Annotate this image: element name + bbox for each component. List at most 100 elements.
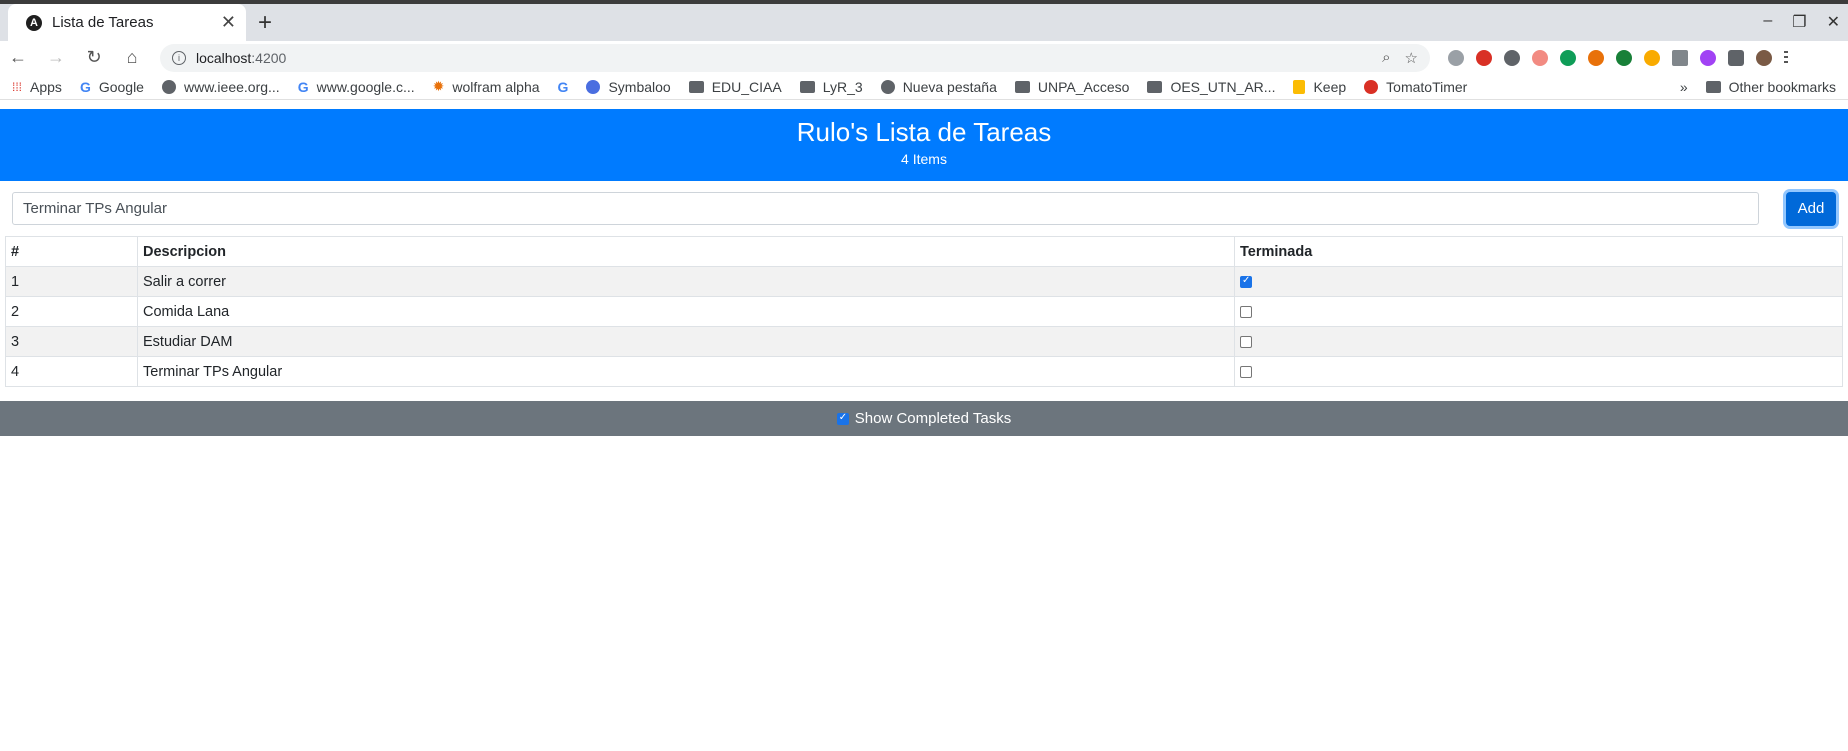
table-row: 4 Terminar TPs Angular [5,356,1843,387]
bookmark-item[interactable]: Gwww.google.c... [298,79,415,95]
bookmark-item[interactable]: Symbaloo [586,78,671,95]
bookmark-item[interactable]: TomatoTimer [1364,79,1467,95]
new-task-row: Add [0,181,1848,229]
task-done-cell [1234,356,1843,387]
google-icon: G [297,78,309,95]
grid-extension-icon[interactable] [1672,49,1688,66]
bookmark-label: Nueva pestaña [902,78,997,95]
bookmark-item[interactable]: ✹ wolfram alpha [433,78,540,95]
task-done-checkbox[interactable] [1240,305,1252,318]
item-count: 4 Items [901,151,947,167]
page-title: Rulo's Lista de Tareas [796,117,1052,147]
close-tab-icon[interactable]: ✕ [221,12,236,33]
bookmark-item[interactable]: G [558,79,569,95]
close-window-icon[interactable]: ✕ [1827,12,1840,32]
bookmark-label: Google [98,78,144,95]
tab-title: Lista de Tareas [52,14,154,31]
app-page: Rulo's Lista de Tareas 4 Items Add # Des… [0,109,1848,436]
google-icon: G [79,78,91,95]
footer-bar: Show Completed Tasks [0,401,1848,436]
star-icon[interactable]: ☆ [1405,49,1418,67]
bookmark-label: Symbaloo [608,78,671,95]
bookmark-item[interactable]: ⁞⁞⁞ Apps [12,79,62,95]
column-header-number: # [5,236,138,267]
task-description: Salir a correr [137,266,1235,297]
column-header-description: Descripcion [137,236,1235,267]
folder-icon [799,80,815,93]
rss-extension-icon[interactable] [1644,49,1660,66]
bookmark-item[interactable]: Keep [1293,79,1346,95]
menu-icon[interactable] [1784,50,1788,65]
info-icon[interactable]: i [172,50,186,65]
puzzle-icon[interactable] [1728,49,1744,66]
bookmark-item[interactable]: www.ieee.org... [161,79,280,95]
folder-icon [1147,80,1163,93]
bookmark-item[interactable]: UNPA_Acceso [1014,78,1130,95]
task-description: Comida Lana [137,296,1235,327]
evernote-extension-icon[interactable] [1560,49,1576,66]
bookmark-item[interactable]: Nueva pestaña [880,78,997,95]
other-bookmarks[interactable]: Other bookmarks [1705,78,1836,95]
task-number: 1 [5,266,138,297]
browser-toolbar: ← → ↻ ⌂ i localhost:4200 ⌕ ☆ [0,41,1848,74]
forward-icon[interactable]: → [46,47,66,68]
mega-extension-icon[interactable] [1476,49,1492,66]
table-row: 1 Salir a correr [5,266,1843,297]
bookmark-item[interactable]: OES_UTN_AR... [1147,79,1275,95]
folder-icon [1014,80,1030,93]
table-row: 2 Comida Lana [5,296,1843,327]
bookmark-item[interactable]: EDU_CIAA [688,78,782,95]
restore-icon[interactable]: ❐ [1792,12,1806,32]
wolfram-icon: ✹ [432,78,445,94]
task-done-checkbox[interactable] [1240,275,1252,288]
tomato-icon [1364,79,1379,94]
bookmark-item[interactable]: LyR_3 [799,79,863,95]
zoom-icon[interactable]: ⌕ [1382,49,1390,67]
task-description: Estudiar DAM [137,326,1235,357]
home-icon[interactable]: ⌂ [122,47,142,68]
folder-icon [1705,80,1721,93]
show-completed-checkbox[interactable] [836,412,849,425]
bookmark-label: OES_UTN_AR... [1170,78,1276,95]
show-completed-label[interactable]: Show Completed Tasks [855,410,1011,427]
task-description: Terminar TPs Angular [137,356,1235,387]
other-bookmarks-label: Other bookmarks [1728,78,1836,95]
b-extension-icon[interactable] [1588,49,1604,66]
url-text[interactable]: localhost:4200 [196,50,1372,66]
new-tab-button[interactable]: + [258,9,272,37]
privacy-extension-icon[interactable] [1448,49,1464,66]
back-icon[interactable]: ← [8,47,28,68]
grammarly-extension-icon[interactable] [1616,49,1632,66]
table-row: 3 Estudiar DAM [5,326,1843,357]
task-done-checkbox[interactable] [1240,335,1252,348]
apps-grid-icon: ⁞⁞⁞ [12,79,23,94]
task-done-cell [1234,266,1843,297]
bookmark-label: www.google.c... [316,78,415,95]
window-controls: – ❐ ✕ [1763,12,1840,32]
app-header: Rulo's Lista de Tareas 4 Items [0,109,1848,181]
add-button[interactable]: Add [1786,191,1836,226]
tasks-table: # Descripcion Terminada 1Salir a correr2… [5,236,1843,387]
profile-avatar[interactable] [1756,49,1772,66]
browser-tab[interactable]: A Lista de Tareas ✕ [8,4,246,41]
minimize-icon[interactable]: – [1763,12,1772,32]
bookmark-label: UNPA_Acceso [1037,78,1130,95]
more-bookmarks-button[interactable]: » [1680,79,1688,95]
table-header-row: # Descripcion Terminada [5,236,1843,267]
feather-extension-icon[interactable] [1700,49,1716,66]
bookmark-label: EDU_CIAA [711,78,782,95]
tab-bar: A Lista de Tareas ✕ + – ❐ ✕ [0,4,1848,41]
task-input[interactable] [12,192,1760,225]
angular-icon: A [26,14,42,31]
reload-icon[interactable]: ↻ [84,47,104,68]
task-number: 4 [5,356,138,387]
bookmark-item[interactable]: G Google [80,79,144,95]
symbaloo-icon [586,79,601,94]
pdf-extension-icon[interactable] [1532,49,1548,66]
folder-icon [688,80,704,93]
bookmark-label: TomatoTimer [1386,78,1468,95]
address-bar[interactable]: i localhost:4200 ⌕ ☆ [160,43,1430,72]
task-done-checkbox[interactable] [1240,365,1252,378]
circle-extension-icon[interactable] [1504,49,1520,66]
task-number: 2 [5,296,138,327]
